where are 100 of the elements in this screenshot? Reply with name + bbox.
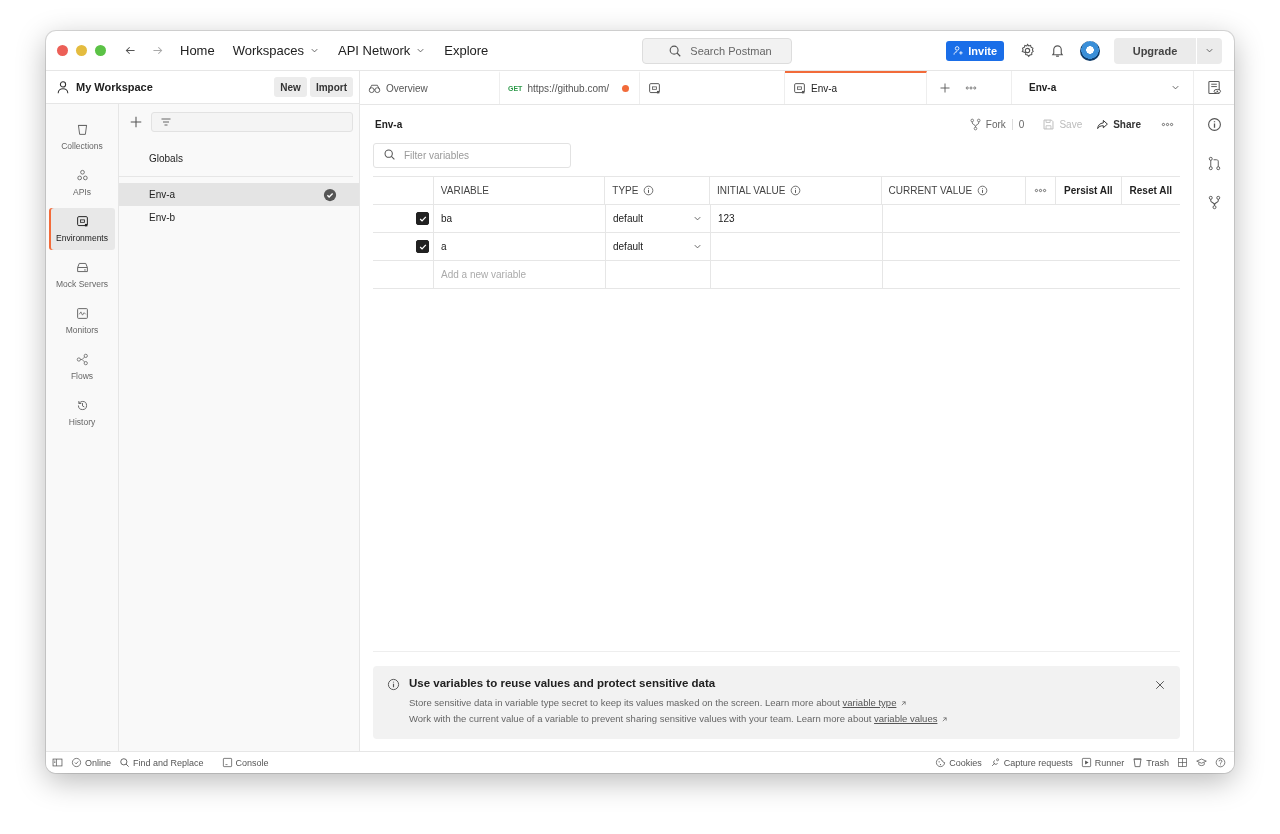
fork-icon [968,117,982,131]
console-icon [221,757,233,768]
search-icon [383,148,396,161]
checkbox[interactable] [416,240,429,253]
add-icon[interactable] [129,115,143,129]
sidebar-item[interactable]: Flows [49,346,115,388]
tab-label: Overview [386,83,429,94]
sidebar-item[interactable]: History [49,392,115,434]
nav-menu-item[interactable]: Home [180,38,215,63]
share-button[interactable]: Share [1096,117,1141,131]
environment-icon [75,215,89,228]
share-icon [1096,117,1110,131]
filter-icon [160,116,172,128]
cookie-icon [935,757,947,768]
user-icon [56,80,70,94]
notification-bell-icon[interactable] [1050,43,1065,58]
filter-field[interactable]: Filter variables [373,143,571,168]
nav-menu-item[interactable]: Explore [444,38,489,63]
type-dropdown[interactable]: default [613,241,703,252]
play-icon [1080,757,1092,768]
nav-menu-item[interactable]: Workspaces [232,38,320,63]
column-header: VARIABLE [440,185,489,196]
environment-dropdown[interactable]: Env-a [1012,71,1194,104]
sidebar-item[interactable]: Mock Servers [49,254,115,296]
new-variable-field[interactable]: Add a new variable [441,269,596,280]
status-bar-item[interactable]: Runner [1080,757,1125,768]
trash-icon [1132,757,1144,768]
history-icon [75,399,89,412]
checkbox[interactable] [416,212,429,225]
status-bar-item[interactable]: Cookies [935,757,982,768]
environment-title: Env-a [375,118,403,130]
tab-label: https://github.com/ [527,83,611,94]
search-icon [668,43,683,58]
pull-request-icon[interactable] [1206,156,1222,171]
invite-button[interactable]: Invite [946,40,1004,61]
avatar[interactable] [1080,40,1100,61]
forward-arrow-icon[interactable] [151,44,164,57]
environment-item[interactable]: Env-b [119,206,359,229]
grid-icon[interactable] [1177,757,1188,768]
workspace-title: My Workspace [76,81,154,93]
tab-label: Env-a [811,83,839,94]
banner-text: Store sensitive data in variable type secret to keep its values masked on the screen. Learn more about variable type [409,695,1145,711]
fork-button[interactable]: Fork [968,117,1006,131]
window-control-button[interactable] [95,45,106,56]
table-action-button[interactable]: Reset All [1126,185,1175,196]
document-eye-icon[interactable] [1206,80,1222,95]
window-control-button[interactable] [76,45,87,56]
status-bar-item[interactable]: Console [221,757,269,768]
banner-text: Work with the current value of a variable to prevent sharing sensitive values with your team. Learn more about variable values [409,711,1145,727]
save-icon [1042,117,1056,131]
help-icon[interactable] [1215,757,1226,768]
workspace-button[interactable]: New [274,77,307,97]
environment-item[interactable]: Env-a [119,183,359,206]
monitor-icon [75,307,89,320]
status-bar-item[interactable]: Capture requests [989,757,1073,768]
graduation-cap-icon[interactable] [1196,757,1207,768]
banner-title: Use variables to reuse values and protect sensitive data [409,677,717,689]
binoculars-icon [368,82,381,95]
sidebar-item[interactable]: APIs [49,162,115,204]
sidebar-item[interactable]: Collections [49,116,115,158]
link[interactable]: variable type [842,695,897,711]
status-bar-item[interactable]: Trash [1132,757,1169,768]
info-icon[interactable] [1206,117,1222,132]
status-bar-item[interactable]: Online [71,757,111,768]
bucket-icon [75,123,89,136]
close-icon[interactable] [1154,679,1166,691]
circles-icon [75,169,89,182]
column-header: INITIAL VALUE [717,185,786,196]
sidebar-item[interactable]: Environments [49,208,115,250]
type-dropdown[interactable]: default [613,213,703,224]
table-action-button[interactable]: Persist All [1061,185,1116,196]
add-user-icon [953,45,965,56]
window-control-button[interactable] [57,45,68,56]
settings-icon[interactable] [1020,43,1035,58]
environment-icon [648,82,661,95]
search-field[interactable]: Search Postman [642,37,793,64]
tab[interactable]: Overview [360,71,500,104]
table-cell[interactable]: 123 [718,213,735,224]
environment-icon [793,82,806,95]
fork-icon[interactable] [1206,195,1222,210]
sidebar-toggle-icon[interactable] [52,757,63,768]
table-cell[interactable]: ba [441,213,453,224]
sidebar-item[interactable]: Monitors [49,300,115,342]
back-arrow-icon[interactable] [124,44,137,57]
search-icon [119,757,130,768]
add-tab-icon[interactable] [939,81,951,94]
external-link-icon [899,698,909,708]
server-icon [75,261,89,274]
nav-menu-item[interactable]: API Network [338,38,427,63]
tab[interactable]: Env-a [785,71,927,104]
info-icon [387,678,400,691]
status-bar-item[interactable]: Find and Replace [119,757,204,768]
workspace-button[interactable]: Import [309,77,353,97]
table-cell[interactable]: a [441,241,447,252]
check-circle-icon [71,757,82,768]
column-header: TYPE [612,185,639,196]
environment-item[interactable]: Globals [119,140,353,177]
filter-field[interactable] [151,112,353,132]
fork-count: 0 [1011,118,1025,130]
link[interactable]: variable values [874,711,938,727]
